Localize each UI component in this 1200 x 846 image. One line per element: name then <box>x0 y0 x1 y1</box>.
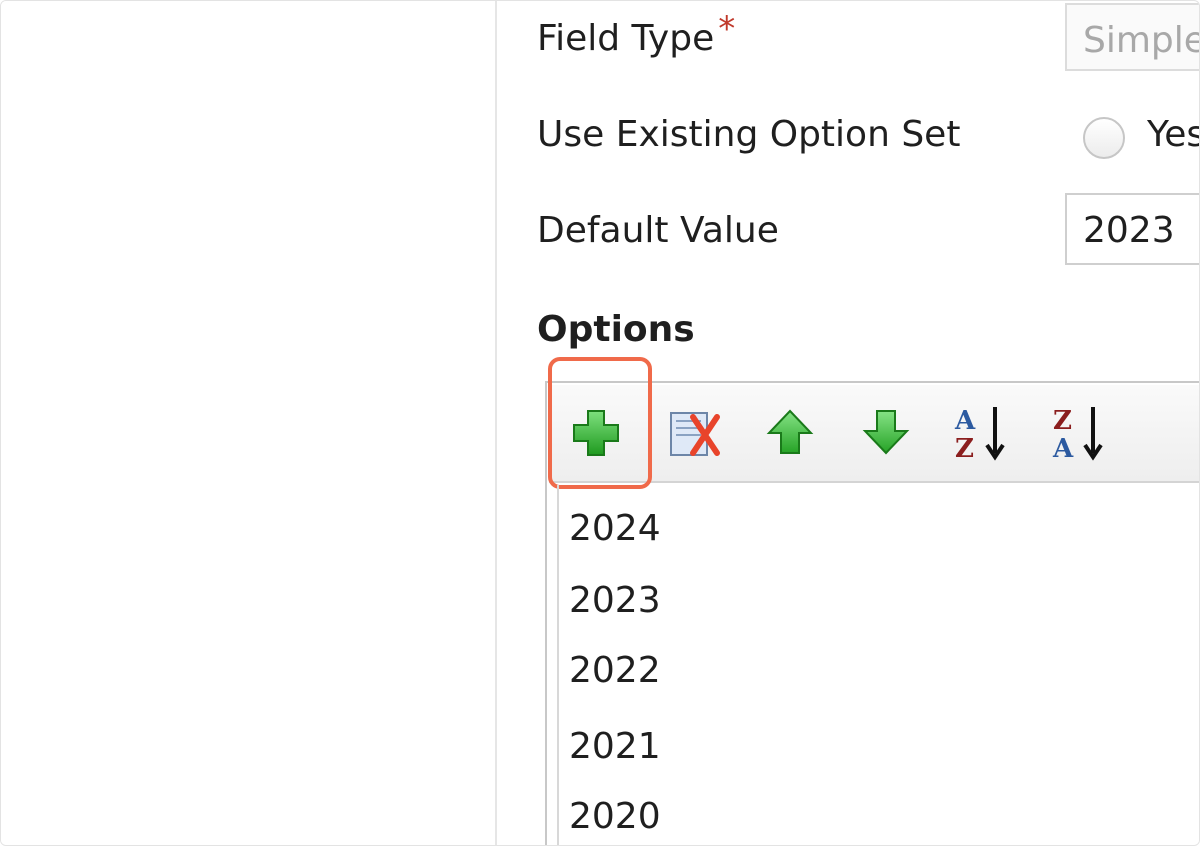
field-type-label: Field Type * <box>537 12 735 59</box>
arrow-down-icon <box>862 410 910 455</box>
field-type-select[interactable]: Simple <box>1065 3 1200 71</box>
use-existing-option-set-label: Use Existing Option Set <box>537 114 961 155</box>
sort-a-z-icon: A Z <box>954 406 1005 464</box>
field-type-value: Simple <box>1083 20 1200 61</box>
option-item[interactable]: 2021 <box>569 729 661 765</box>
delete-option-button[interactable] <box>661 397 731 467</box>
option-item[interactable]: 2023 <box>569 583 661 619</box>
sort-descending-button[interactable]: Z A <box>1045 397 1115 467</box>
options-list-border <box>557 485 559 845</box>
options-toolbar: A Z Z A <box>549 385 1199 483</box>
option-item[interactable]: 2022 <box>569 653 661 689</box>
left-pane <box>1 1 497 845</box>
plus-icon <box>573 410 619 456</box>
options-title: Options <box>537 309 695 350</box>
add-option-button[interactable] <box>561 397 631 467</box>
default-value-text: 2023 <box>1083 210 1175 251</box>
default-value-label: Default Value <box>537 210 779 251</box>
svg-text:A: A <box>1052 434 1074 464</box>
svg-text:Z: Z <box>1053 406 1072 436</box>
move-up-button[interactable] <box>755 397 825 467</box>
use-existing-yes-label: Yes <box>1147 114 1200 155</box>
delete-icon <box>670 412 720 456</box>
field-type-label-text: Field Type <box>537 18 715 59</box>
use-existing-yes-radio[interactable] <box>1083 117 1125 159</box>
sort-z-a-icon: Z A <box>1052 406 1103 464</box>
svg-text:A: A <box>954 406 976 436</box>
default-value-input[interactable]: 2023 <box>1065 193 1199 265</box>
move-down-button[interactable] <box>851 397 921 467</box>
app-frame: Field Type * Simple Use Existing Option S… <box>0 0 1200 846</box>
option-item[interactable]: 2024 <box>569 511 661 547</box>
svg-text:Z: Z <box>955 434 974 464</box>
option-item[interactable]: 2020 <box>569 799 661 835</box>
sort-ascending-button[interactable]: A Z <box>947 397 1017 467</box>
required-marker: * <box>718 9 736 49</box>
arrow-up-icon <box>766 409 814 454</box>
